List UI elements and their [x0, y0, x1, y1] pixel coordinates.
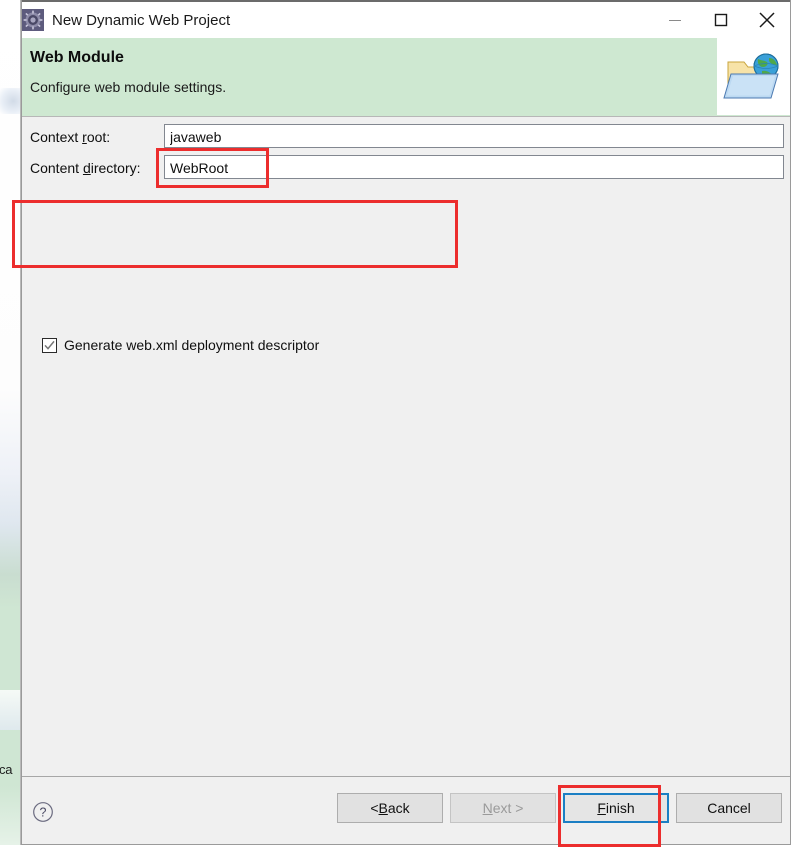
dialog-footer: ? < Back Next > Finish Cancel	[22, 776, 790, 844]
context-root-label: Context root:	[30, 129, 111, 145]
back-button[interactable]: < Back	[337, 793, 443, 823]
new-dynamic-web-project-dialog: New Dynamic Web Project Web Module Confi…	[12, 0, 791, 845]
generate-webxml-row[interactable]: Generate web.xml deployment descriptor	[42, 337, 319, 353]
next-button: Next >	[450, 793, 556, 823]
generate-webxml-highlight	[12, 200, 458, 268]
dialog-button-row: < Back Next > Finish Cancel	[337, 793, 782, 823]
content-directory-input[interactable]	[164, 155, 784, 179]
header-icon-panel	[717, 38, 790, 115]
page-subtitle: Configure web module settings.	[30, 79, 227, 95]
title-bar: New Dynamic Web Project	[22, 0, 790, 38]
window-title: New Dynamic Web Project	[52, 12, 231, 29]
content-directory-label: Content directory:	[30, 160, 141, 176]
generate-webxml-label: Generate web.xml deployment descriptor	[64, 337, 320, 353]
context-root-input[interactable]	[164, 124, 784, 148]
svg-text:?: ?	[40, 806, 47, 820]
finish-button[interactable]: Finish	[563, 793, 669, 823]
dialog-body: Context root: Content directory: Generat…	[12, 117, 790, 778]
wizard-header: Web Module Configure web module settings…	[22, 38, 790, 117]
eclipse-wizard-icon	[22, 9, 44, 31]
background-partial-text: ca	[0, 762, 13, 777]
screen: ca New Dynamic Web Project Web Module Co…	[0, 0, 791, 847]
minimize-button[interactable]	[652, 2, 698, 38]
background-artifact-bottom	[0, 690, 20, 730]
background-artifact-top	[0, 88, 22, 114]
maximize-button[interactable]	[698, 2, 744, 38]
generate-webxml-checkbox[interactable]	[42, 337, 57, 353]
cancel-button[interactable]: Cancel	[676, 793, 782, 823]
close-button[interactable]	[744, 2, 790, 38]
check-icon	[44, 340, 55, 350]
page-title: Web Module	[30, 49, 124, 66]
window-controls	[652, 2, 790, 38]
question-mark-icon[interactable]: ?	[32, 801, 54, 828]
